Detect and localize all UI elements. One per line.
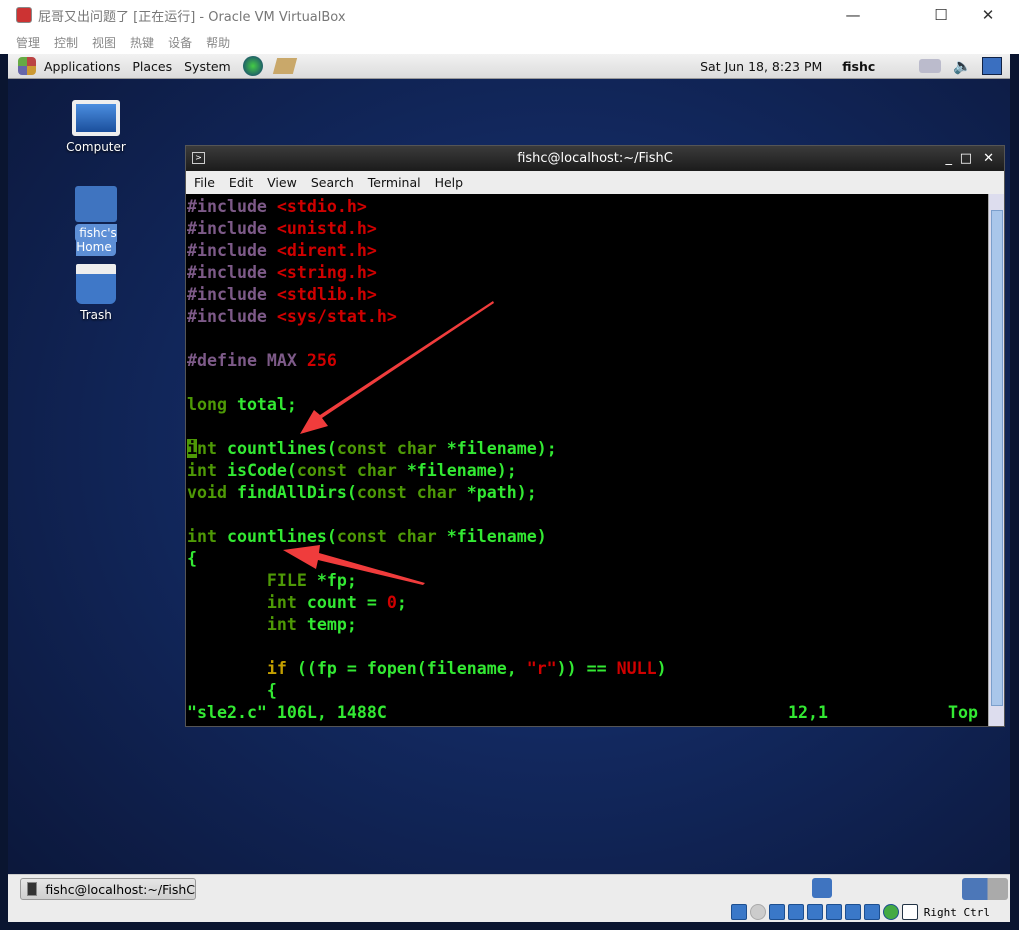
taskbar-terminal-button[interactable]: fishc@localhost:~/FishC xyxy=(20,878,196,900)
annotation-arrow xyxy=(283,545,425,585)
host-key-label: Right Ctrl xyxy=(923,905,990,919)
display-icon[interactable] xyxy=(825,904,842,920)
mouse-integration-icon[interactable] xyxy=(882,904,899,920)
virtualbox-status-bar: Right Ctrl xyxy=(8,902,1010,922)
terminal-icon xyxy=(27,882,38,896)
network-adapter-icon[interactable] xyxy=(844,904,861,920)
cpu-virtualization-icon[interactable] xyxy=(863,904,880,920)
shared-folders-icon[interactable] xyxy=(806,904,823,920)
optical-drive-icon[interactable] xyxy=(749,904,766,920)
workspace-switcher[interactable] xyxy=(962,878,1008,900)
trash-applet-icon[interactable] xyxy=(812,878,832,898)
keyboard-capture-icon[interactable] xyxy=(901,904,918,920)
usb-icon[interactable] xyxy=(787,904,804,920)
annotation-arrows xyxy=(283,301,494,585)
hard-disk-icon[interactable] xyxy=(730,904,747,920)
taskbar-window-label: fishc@localhost:~/FishC xyxy=(45,881,195,897)
bottom-panel: fishc@localhost:~/FishC xyxy=(8,874,1010,902)
annotation-arrow xyxy=(300,301,494,434)
audio-icon[interactable] xyxy=(768,904,785,920)
